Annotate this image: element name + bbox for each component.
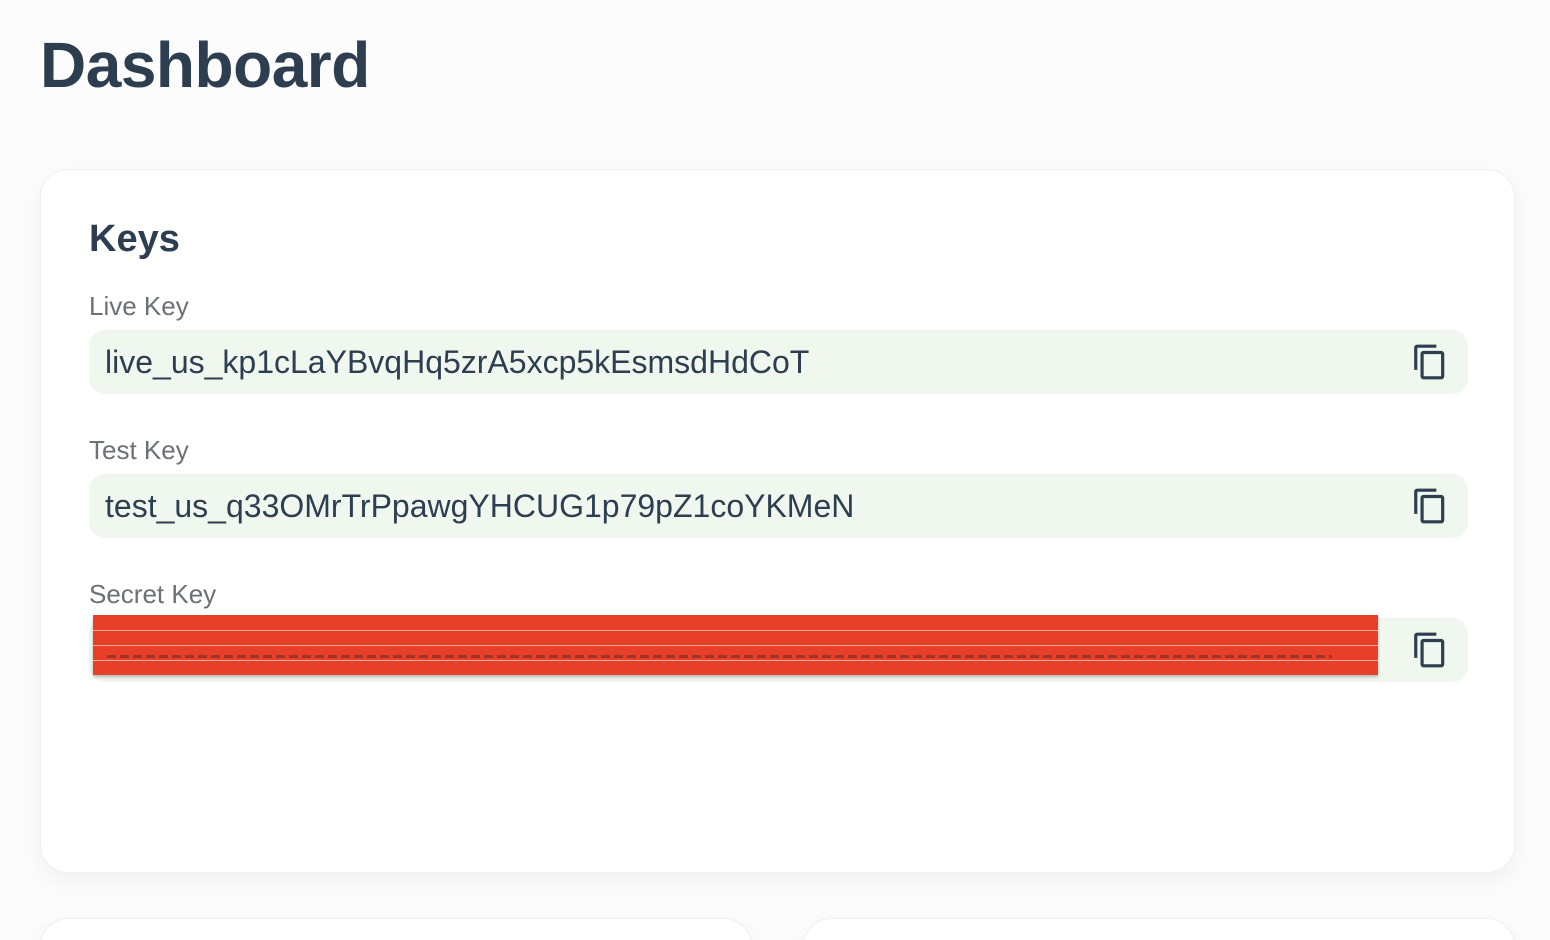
redaction-line bbox=[93, 660, 1378, 661]
copy-secret-key-button[interactable] bbox=[1410, 630, 1450, 670]
keys-card-title: Keys bbox=[89, 218, 180, 260]
keys-card: Keys Live Key live_us_kp1cLaYBvqHq5zrA5x… bbox=[40, 169, 1515, 873]
test-key-label: Test Key bbox=[89, 435, 189, 465]
live-key-value[interactable]: live_us_kp1cLaYBvqHq5zrA5xcp5kEsmsdHdCoT bbox=[105, 344, 809, 381]
copy-live-key-button[interactable] bbox=[1410, 342, 1450, 382]
bottom-right-card bbox=[803, 918, 1515, 940]
live-key-label: Live Key bbox=[89, 291, 189, 321]
redaction-scribble bbox=[107, 655, 1332, 658]
copy-icon bbox=[1414, 632, 1445, 668]
live-key-field: live_us_kp1cLaYBvqHq5zrA5xcp5kEsmsdHdCoT bbox=[89, 330, 1468, 394]
test-key-field: test_us_q33OMrTrPpawgYHCUG1p79pZ1coYKMeN bbox=[89, 474, 1468, 538]
page-title: Dashboard bbox=[40, 29, 370, 101]
bottom-left-card bbox=[40, 918, 752, 940]
copy-icon bbox=[1414, 488, 1445, 524]
copy-icon bbox=[1414, 344, 1445, 380]
secret-key-redaction bbox=[93, 615, 1378, 675]
secret-key-field bbox=[89, 615, 1468, 682]
redaction-line bbox=[93, 645, 1378, 646]
copy-test-key-button[interactable] bbox=[1410, 486, 1450, 526]
dashboard-page: Dashboard Keys Live Key live_us_kp1cLaYB… bbox=[0, 0, 1550, 940]
test-key-value[interactable]: test_us_q33OMrTrPpawgYHCUG1p79pZ1coYKMeN bbox=[105, 488, 854, 525]
secret-key-label: Secret Key bbox=[89, 579, 217, 609]
redaction-line bbox=[93, 630, 1378, 631]
